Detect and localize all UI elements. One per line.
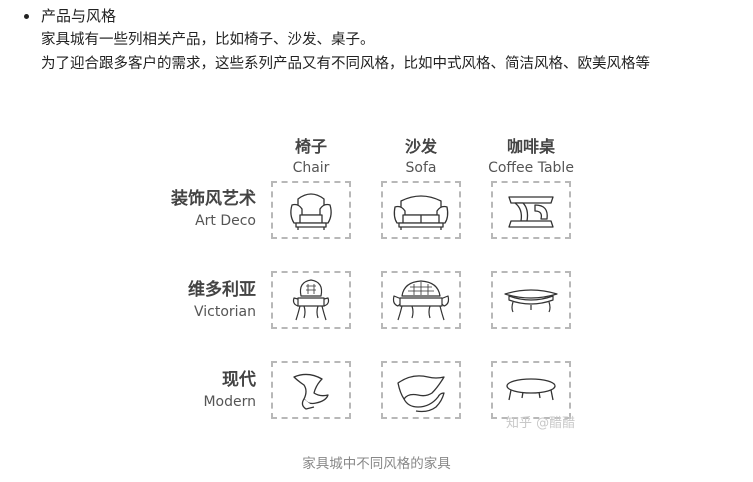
column-header-zh: 咖啡桌: [506, 137, 555, 156]
cell-art-deco-sofa: [381, 181, 461, 239]
cell-modern-chair: [271, 361, 351, 419]
column-header-zh: 沙发: [404, 137, 437, 156]
modern-chair-icon: [293, 373, 329, 410]
art-deco-chair-icon: [290, 193, 332, 230]
art-deco-coffee-table-icon: [508, 196, 554, 228]
row-header-art-deco: 装饰风艺术 Art Deco: [116, 188, 256, 230]
victorian-chair-icon: [292, 279, 330, 321]
figure-caption: 家具城中不同风格的家具: [302, 456, 451, 472]
art-deco-sofa-icon: [393, 195, 449, 230]
furniture-style-figure: 椅子 Chair 沙发 Sofa 咖啡桌 Coffee Table 装饰风艺术 …: [0, 0, 753, 482]
modern-sofa-icon: [397, 375, 445, 413]
column-header-sofa: 沙发 Sofa: [366, 137, 476, 177]
cell-art-deco-coffee-table: [491, 181, 571, 239]
watermark: 知乎 @醋醋: [506, 416, 576, 431]
cell-modern-sofa: [381, 361, 461, 419]
cell-victorian-coffee-table: [491, 271, 571, 329]
column-header-en: Sofa: [405, 160, 437, 176]
cell-victorian-sofa: [381, 271, 461, 329]
victorian-sofa-icon: [392, 280, 450, 321]
cell-art-deco-chair: [271, 181, 351, 239]
column-header-en: Chair: [292, 160, 330, 176]
column-header-coffee-table: 咖啡桌 Coffee Table: [476, 137, 586, 177]
row-header-en: Victorian: [193, 304, 256, 320]
column-header-en: Coffee Table: [488, 160, 574, 176]
cell-victorian-chair: [271, 271, 351, 329]
column-header-zh: 椅子: [294, 137, 327, 156]
modern-coffee-table-icon: [506, 378, 556, 401]
victorian-coffee-table-icon: [504, 289, 558, 313]
column-header-chair: 椅子 Chair: [256, 137, 366, 177]
row-header-en: Art Deco: [195, 213, 256, 229]
row-header-zh: 现代: [222, 370, 256, 390]
row-header-modern: 现代 Modern: [116, 369, 256, 411]
row-header-en: Modern: [203, 394, 256, 410]
row-header-victorian: 维多利亚 Victorian: [116, 279, 256, 321]
row-header-zh: 维多利亚: [188, 280, 256, 300]
row-header-zh: 装饰风艺术: [171, 189, 256, 209]
cell-modern-coffee-table: [491, 361, 571, 419]
